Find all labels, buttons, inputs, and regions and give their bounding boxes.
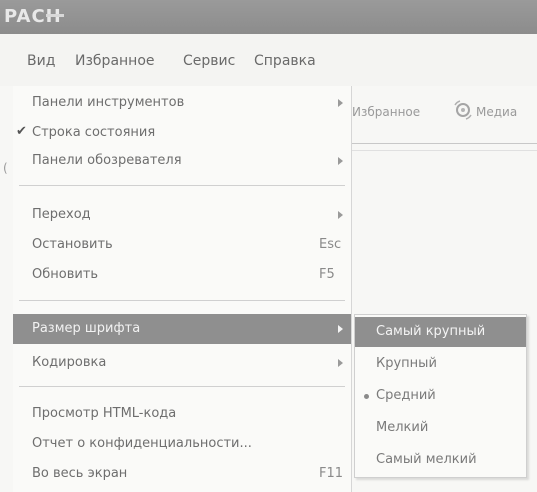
menu-item-go-to[interactable]: Переход xyxy=(13,200,351,230)
menu-item-refresh[interactable]: Обновить F5 xyxy=(13,260,351,290)
submenu-item-label: Средний xyxy=(376,388,436,403)
menu-view[interactable]: Вид xyxy=(27,53,55,69)
radio-bullet-icon xyxy=(364,394,369,399)
menu-item-full-screen[interactable]: Во весь экран F11 xyxy=(13,459,351,489)
menu-item-label: Во весь экран xyxy=(32,466,128,481)
shortcut-label: F5 xyxy=(319,267,335,282)
menu-item-label: Остановить xyxy=(32,237,113,252)
shortcut-label: F11 xyxy=(319,466,344,481)
submenu-arrow-icon xyxy=(338,99,343,107)
menu-item-text-size[interactable]: Размер шрифта xyxy=(13,314,351,344)
submenu-item-label: Самый мелкий xyxy=(376,452,477,467)
menu-item-privacy-report[interactable]: Отчет о конфиденциальности... xyxy=(13,429,351,459)
menu-item-label: Размер шрифта xyxy=(32,321,141,336)
view-menu-dropdown: Панели инструментов ✔ Строка состояния П… xyxy=(13,86,352,492)
submenu-item-label: Крупный xyxy=(376,356,437,371)
menu-item-label: Кодировка xyxy=(32,355,107,370)
text-size-submenu: Самый крупный Крупный Средний Мелкий Сам… xyxy=(354,314,527,478)
submenu-item-label: Самый крупный xyxy=(376,324,486,339)
menu-item-encoding[interactable]: Кодировка xyxy=(13,348,351,378)
shortcut-label: Esc xyxy=(319,237,342,252)
menu-item-label: Панели обозревателя xyxy=(32,153,182,168)
menu-item-explorer-bars[interactable]: Панели обозревателя xyxy=(13,146,351,176)
menu-item-view-source[interactable]: Просмотр HTML-кода xyxy=(13,399,351,429)
menu-item-label: Панели инструментов xyxy=(32,95,185,110)
menu-item-label: Просмотр HTML-кода xyxy=(32,406,177,421)
window-edge-fragment: ( xyxy=(3,161,8,175)
title-bar: PACH xyxy=(0,0,537,34)
menu-separator xyxy=(19,300,345,301)
menu-separator xyxy=(19,386,345,387)
text-size-smaller[interactable]: Мелкий xyxy=(355,413,526,443)
toolbar-favorites-button[interactable]: Избранное xyxy=(352,105,420,119)
media-icon[interactable] xyxy=(452,99,474,121)
toolbar-media-button[interactable]: Медиа xyxy=(476,105,517,119)
title-separator xyxy=(46,14,64,17)
submenu-item-label: Мелкий xyxy=(376,420,429,435)
menu-item-label: Переход xyxy=(32,207,91,222)
menu-item-status-bar[interactable]: ✔ Строка состояния xyxy=(13,118,351,148)
menu-item-stop[interactable]: Остановить Esc xyxy=(13,230,351,260)
menu-favorites[interactable]: Избранное xyxy=(75,53,155,69)
text-size-larger[interactable]: Крупный xyxy=(355,349,526,379)
text-size-smallest[interactable]: Самый мелкий xyxy=(355,445,526,475)
submenu-arrow-icon xyxy=(338,157,343,165)
submenu-arrow-icon xyxy=(338,325,343,333)
toolbar-divider xyxy=(352,150,537,151)
menu-tools[interactable]: Сервис xyxy=(183,53,235,69)
screen: PACH Вид Избранное Сервис Справка Избран… xyxy=(0,0,537,492)
menu-item-label: Обновить xyxy=(32,267,99,282)
menu-bar: Вид Избранное Сервис Справка xyxy=(0,34,537,86)
menu-item-toolbars[interactable]: Панели инструментов xyxy=(13,88,351,118)
submenu-arrow-icon xyxy=(338,359,343,367)
menu-separator xyxy=(19,185,345,186)
text-size-largest[interactable]: Самый крупный xyxy=(355,317,526,347)
menu-item-label: Строка состояния xyxy=(32,125,156,140)
checkmark-icon: ✔ xyxy=(16,124,27,139)
text-size-medium[interactable]: Средний xyxy=(355,381,526,411)
submenu-arrow-icon xyxy=(338,211,343,219)
menu-item-label: Отчет о конфиденциальности... xyxy=(32,436,252,451)
address-bar-border xyxy=(352,143,537,144)
menu-help[interactable]: Справка xyxy=(254,53,316,69)
